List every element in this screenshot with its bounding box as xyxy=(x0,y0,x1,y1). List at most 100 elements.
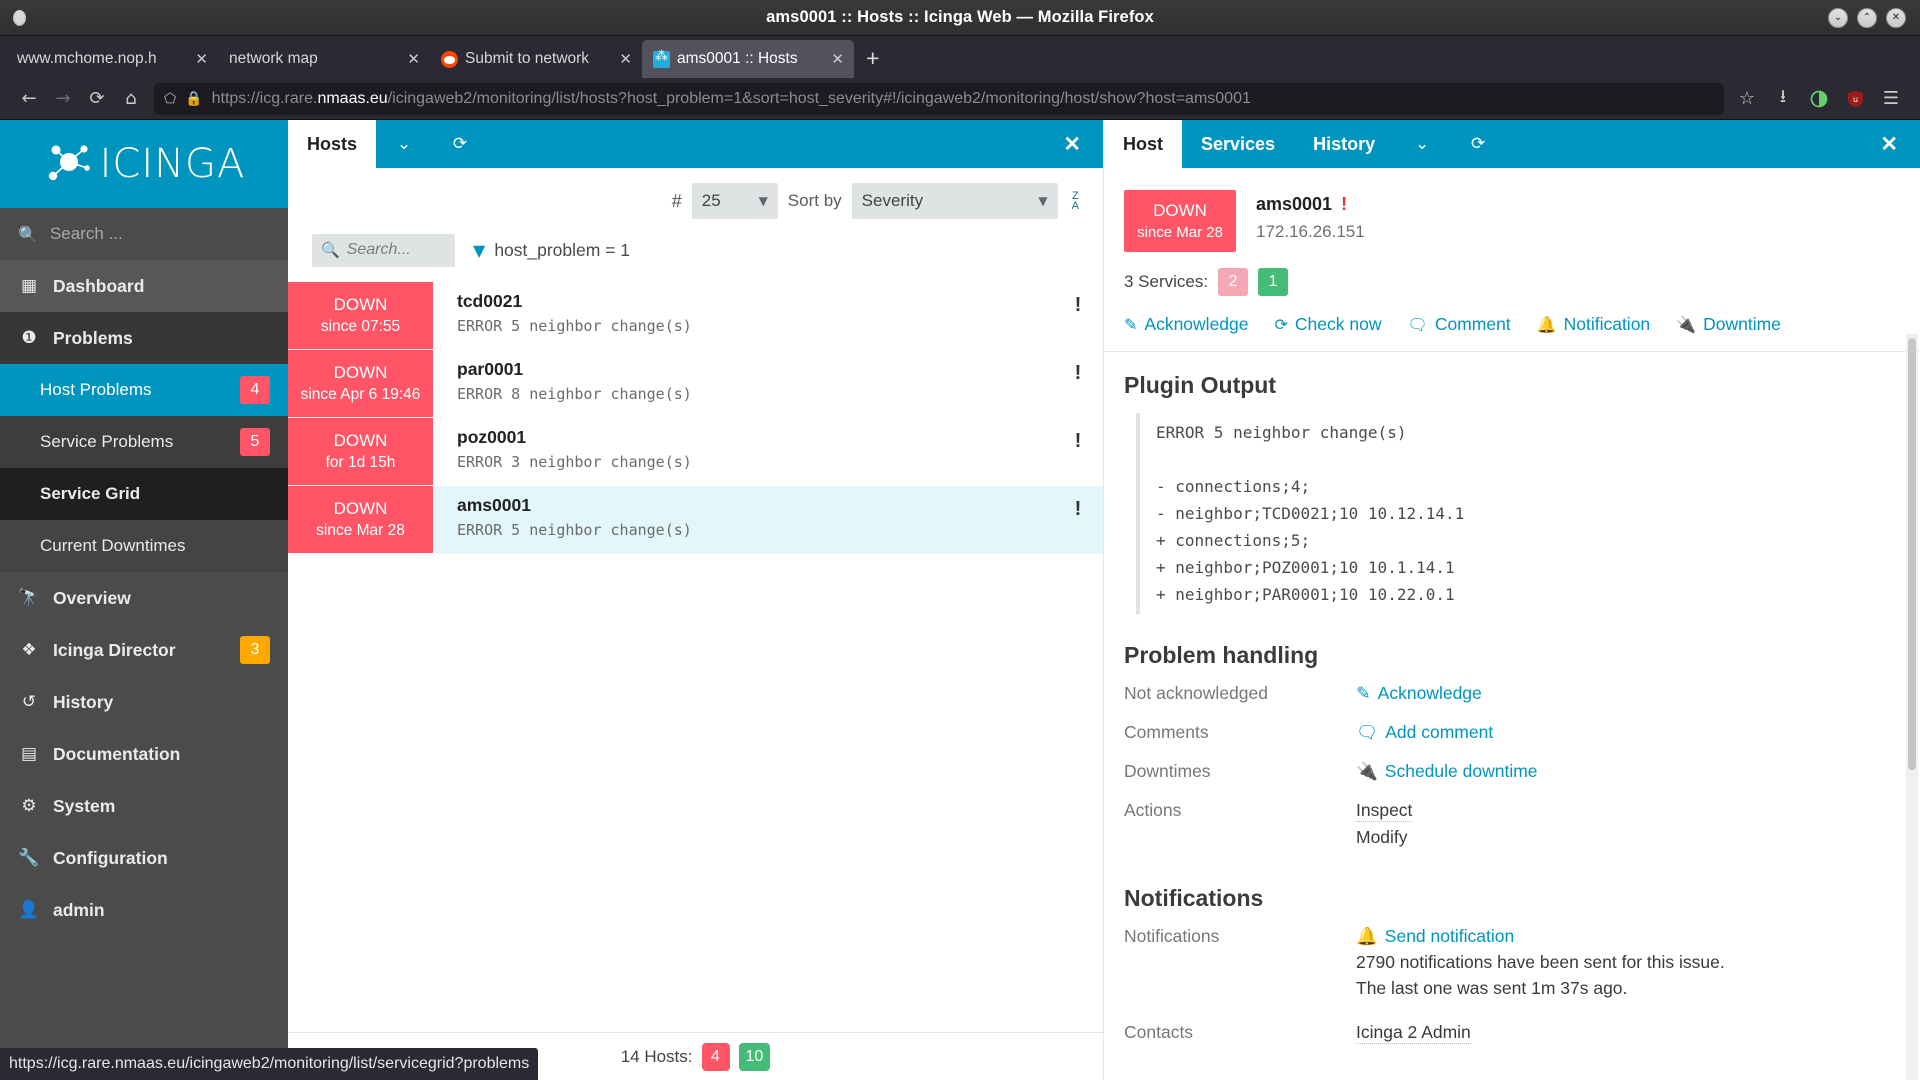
detail-scroll-area: DOWN since Mar 28 ams0001 ! 172.16.26.15… xyxy=(1104,168,1920,1080)
icinga-logo[interactable]: ICINGA xyxy=(0,120,288,208)
comment-action[interactable]: 🗨 Comment xyxy=(1408,314,1511,335)
refresh-icon[interactable]: ⟳ xyxy=(432,120,488,168)
action-modify[interactable]: Modify xyxy=(1356,827,1896,848)
acknowledge-link[interactable]: ✎ Acknowledge xyxy=(1356,683,1482,704)
hosts-down-badge[interactable]: 4 xyxy=(701,1042,730,1071)
add-comment-link[interactable]: 🗨 Add comment xyxy=(1356,722,1493,743)
sidebar-search-input[interactable] xyxy=(49,224,270,244)
sidebar-item-history[interactable]: ↺ History xyxy=(0,676,288,728)
container-tab-icon[interactable] xyxy=(1802,83,1836,115)
host-list-item-main: poz0001 ERROR 3 neighbor change(s) xyxy=(433,418,1053,486)
host-list-item[interactable]: DOWN since 07:55 tcd0021 ERROR 5 neighbo… xyxy=(288,282,1103,350)
sidebar-item-dashboard[interactable]: ▦ Dashboard xyxy=(0,260,288,312)
close-icon[interactable]: ✕ xyxy=(1041,120,1103,168)
active-filter[interactable]: ▼ host_problem = 1 xyxy=(473,240,630,261)
sidebar-item-documentation[interactable]: ▤ Documentation xyxy=(0,728,288,780)
tab-close-icon[interactable]: ✕ xyxy=(191,50,212,68)
minimize-icon[interactable]: ⌄ xyxy=(1828,7,1848,28)
sidebar-item-host-problems[interactable]: Host Problems 4 xyxy=(0,364,288,416)
downtime-action[interactable]: 🔌 Downtime xyxy=(1676,314,1781,335)
host-name[interactable]: tcd0021 xyxy=(457,291,1053,312)
new-tab-button[interactable]: + xyxy=(854,45,891,78)
host-state-badge: DOWN for 1d 15h xyxy=(288,418,433,486)
host-name[interactable]: ams0001 xyxy=(457,495,1053,516)
contact-name[interactable]: Icinga 2 Admin xyxy=(1356,1022,1471,1044)
home-icon[interactable]: ⌂ xyxy=(114,83,148,115)
tabbar-spacer xyxy=(1506,120,1858,168)
host-list-item[interactable]: DOWN for 1d 15h poz0001 ERROR 3 neighbor… xyxy=(288,418,1103,486)
sidebar-item-service-grid[interactable]: Service Grid xyxy=(0,468,288,520)
detail-scrollbar-thumb[interactable] xyxy=(1908,338,1916,770)
sidebar-item-label: admin xyxy=(53,899,105,920)
sidebar-item-current-downtimes[interactable]: Current Downtimes xyxy=(0,520,288,572)
services-warning-badge[interactable]: 2 xyxy=(1218,268,1249,296)
sidebar-item-problems[interactable]: ❶ Problems xyxy=(0,312,288,364)
close-icon[interactable]: ✕ xyxy=(1858,120,1920,168)
user-icon: 👤 xyxy=(18,900,40,920)
tab-close-icon[interactable]: ✕ xyxy=(827,50,848,68)
action-inspect[interactable]: Inspect xyxy=(1356,800,1896,822)
acknowledge-action[interactable]: ✎ Acknowledge xyxy=(1124,314,1249,335)
tab-hosts[interactable]: Hosts xyxy=(288,120,377,168)
tab-close-icon[interactable]: ✕ xyxy=(403,50,424,68)
tab-close-icon[interactable]: ✕ xyxy=(615,50,636,68)
host-action-bar: ✎ Acknowledge ⟳ Check now 🗨 Comment � xyxy=(1104,296,1920,352)
sort-direction-icon[interactable]: Z A xyxy=(1068,190,1079,211)
tab-services[interactable]: Services xyxy=(1182,120,1294,168)
check-now-action[interactable]: ⟳ Check now xyxy=(1275,314,1382,335)
schedule-downtime-link[interactable]: 🔌 Schedule downtime xyxy=(1356,761,1538,782)
chevron-down-icon[interactable]: ⌄ xyxy=(376,120,432,168)
limit-hash-label: # xyxy=(671,190,682,211)
sidebar-item-icinga-director[interactable]: ❖ Icinga Director 3 xyxy=(0,624,288,676)
menu-hamburger-icon[interactable]: ☰ xyxy=(1874,83,1908,115)
forward-icon[interactable]: → xyxy=(46,83,80,115)
host-list-item-selected[interactable]: DOWN since Mar 28 ams0001 ERROR 5 neighb… xyxy=(288,486,1103,554)
browser-tab-2[interactable]: Submit to network ✕ xyxy=(430,40,642,78)
downloads-icon[interactable]: ⭳ xyxy=(1766,83,1800,115)
url-prefix: https://icg.rare. xyxy=(211,89,318,107)
tab-history[interactable]: History xyxy=(1294,120,1394,168)
sidebar-item-admin[interactable]: 👤 admin xyxy=(0,884,288,936)
host-list-item[interactable]: DOWN since Apr 6 19:46 par0001 ERROR 8 n… xyxy=(288,350,1103,418)
ublock-extension-icon[interactable]: u xyxy=(1838,83,1872,115)
address-bar[interactable]: ⬠ 🔒 https://icg.rare.nmaas.eu/icingaweb2… xyxy=(154,82,1724,115)
tab-host[interactable]: Host xyxy=(1104,120,1182,168)
sidebar-item-service-problems[interactable]: Service Problems 5 xyxy=(0,416,288,468)
host-state-label: DOWN xyxy=(1153,201,1207,220)
host-name[interactable]: poz0001 xyxy=(457,427,1053,448)
maximize-icon[interactable]: ⌃ xyxy=(1857,7,1877,28)
window-controls: ⌄ ⌃ ✕ xyxy=(1828,7,1920,28)
hosts-count-label: 14 Hosts: xyxy=(620,1046,693,1066)
hosts-up-badge[interactable]: 10 xyxy=(738,1042,771,1071)
sidebar-item-label: Host Problems xyxy=(40,380,152,399)
notification-action[interactable]: 🔔 Notification xyxy=(1537,314,1651,335)
service-problems-badge: 5 xyxy=(240,428,270,456)
window-title: ams0001 :: Hosts :: Icinga Web — Mozilla… xyxy=(766,8,1154,26)
browser-tab-0[interactable]: www.mchome.nop.h ✕ xyxy=(6,40,218,78)
hosts-search-input[interactable]: 🔍 Search... xyxy=(312,233,455,267)
notifications-title: Notifications xyxy=(1124,885,1264,911)
host-name[interactable]: par0001 xyxy=(457,359,1053,380)
notifications-row: Notifications 🔔 Send notification 2790 n… xyxy=(1124,926,1896,1004)
send-notification-link[interactable]: 🔔 Send notification xyxy=(1356,926,1514,947)
sidebar-search[interactable]: 🔍 xyxy=(0,208,288,260)
browser-tab-1[interactable]: network map ✕ xyxy=(218,40,430,78)
detail-scrollbar[interactable] xyxy=(1906,334,1918,1080)
sidebar-item-system[interactable]: ⚙ System xyxy=(0,780,288,832)
host-state-since: since Mar 28 xyxy=(316,522,405,539)
limit-select[interactable]: 25 ▼ xyxy=(691,183,778,219)
services-ok-badge[interactable]: 1 xyxy=(1258,268,1289,296)
lock-icon[interactable]: 🔒 xyxy=(185,91,202,107)
back-icon[interactable]: ← xyxy=(12,83,46,115)
reload-icon[interactable]: ⟳ xyxy=(80,83,114,115)
refresh-icon[interactable]: ⟳ xyxy=(1450,120,1506,168)
close-icon[interactable]: ✕ xyxy=(1886,7,1906,28)
bookmark-star-icon[interactable]: ☆ xyxy=(1730,83,1764,115)
host-list-item-main: par0001 ERROR 8 neighbor change(s) xyxy=(433,350,1053,418)
browser-tab-3[interactable]: ams0001 :: Hosts ✕ xyxy=(642,40,854,78)
shield-icon[interactable]: ⬠ xyxy=(164,91,176,107)
sidebar-item-configuration[interactable]: 🔧 Configuration xyxy=(0,832,288,884)
sort-select[interactable]: Severity ▼ xyxy=(851,183,1058,219)
chevron-down-icon[interactable]: ⌄ xyxy=(1394,120,1450,168)
sidebar-item-overview[interactable]: 🔭 Overview xyxy=(0,572,288,624)
